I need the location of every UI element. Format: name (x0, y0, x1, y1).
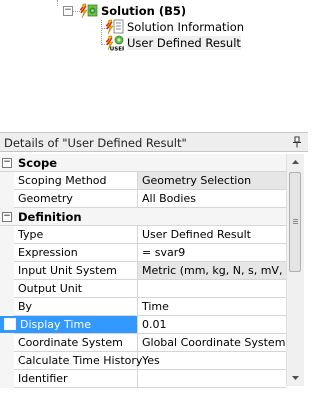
property-row[interactable]: Calculate Time History Yes (0, 352, 286, 370)
outline-tree: − Solution (B5) Solution Information USE… (0, 0, 308, 132)
svg-text:USER: USER (110, 47, 124, 52)
collapse-toggle[interactable]: − (2, 158, 12, 168)
tree-node-solution-information[interactable]: Solution Information (105, 19, 245, 35)
tree-connector (57, 0, 58, 6)
property-name: Type (18, 228, 44, 241)
details-scrollbar[interactable] (286, 154, 304, 386)
property-value: Time (142, 300, 169, 313)
property-row[interactable]: Identifier (0, 370, 286, 388)
property-value: Yes (142, 354, 160, 367)
property-name: Coordinate System (18, 336, 123, 349)
property-value: Metric (mm, kg, N, s, mV, ... (142, 264, 286, 277)
property-value: = svar9 (142, 246, 186, 259)
tree-label-user-defined-result: User Defined Result (127, 36, 241, 50)
arrow-down-icon (292, 376, 299, 380)
tree-node-user-defined-result[interactable]: USER User Defined Result (105, 35, 241, 53)
property-row[interactable]: Input Unit System Metric (mm, kg, N, s, … (0, 262, 286, 280)
collapse-toggle[interactable]: − (2, 212, 12, 222)
scroll-down-button[interactable] (287, 370, 304, 386)
category-row-scope[interactable]: − Scope (0, 154, 286, 172)
category-row-definition[interactable]: − Definition (0, 208, 286, 226)
property-row[interactable]: Coordinate System Global Coordinate Syst… (0, 334, 286, 352)
details-grid: − Scope Scoping Method Geometry Selectio… (0, 154, 286, 394)
collapse-toggle[interactable]: − (63, 6, 73, 16)
category-label: Scope (18, 156, 58, 170)
tree-label-solution-information: Solution Information (127, 20, 245, 34)
property-row-display-time[interactable]: Display Time 0.01 (0, 316, 286, 334)
property-row[interactable]: Type User Defined Result (0, 226, 286, 244)
solution-information-icon (105, 19, 124, 35)
scroll-thumb[interactable] (289, 172, 301, 272)
tree-label-solution: Solution (B5) (101, 4, 187, 18)
parameter-checkbox[interactable] (4, 318, 16, 330)
details-title: Details of "User Defined Result" (4, 136, 187, 150)
property-name: Expression (18, 246, 78, 259)
property-value: Geometry Selection (142, 174, 252, 187)
property-name: Output Unit (18, 282, 83, 295)
property-row[interactable]: Geometry All Bodies (0, 190, 286, 208)
property-name: Calculate Time History (18, 354, 143, 367)
property-name: By (18, 300, 33, 313)
property-value: All Bodies (142, 192, 196, 205)
category-label: Definition (18, 210, 82, 224)
details-panel-header: Details of "User Defined Result" (0, 132, 308, 152)
pin-icon[interactable] (292, 136, 302, 148)
user-defined-result-icon: USER (105, 35, 127, 53)
tree-node-solution[interactable]: Solution (B5) (79, 3, 187, 19)
tree-connector (101, 20, 102, 45)
solution-icon (79, 3, 98, 19)
property-name: Identifier (18, 372, 68, 385)
arrow-up-icon (292, 160, 299, 164)
property-row[interactable]: By Time (0, 298, 286, 316)
scroll-up-button[interactable] (287, 154, 304, 170)
property-row[interactable]: Output Unit (0, 280, 286, 298)
property-name: Input Unit System (18, 264, 117, 277)
property-name: Display Time (20, 318, 91, 331)
property-row[interactable]: Scoping Method Geometry Selection (0, 172, 286, 190)
property-value: User Defined Result (142, 228, 251, 241)
property-name: Geometry (18, 192, 73, 205)
property-value: Global Coordinate System (142, 336, 286, 349)
property-name: Scoping Method (18, 174, 107, 187)
property-row[interactable]: Expression = svar9 (0, 244, 286, 262)
property-value: 0.01 (142, 318, 167, 331)
